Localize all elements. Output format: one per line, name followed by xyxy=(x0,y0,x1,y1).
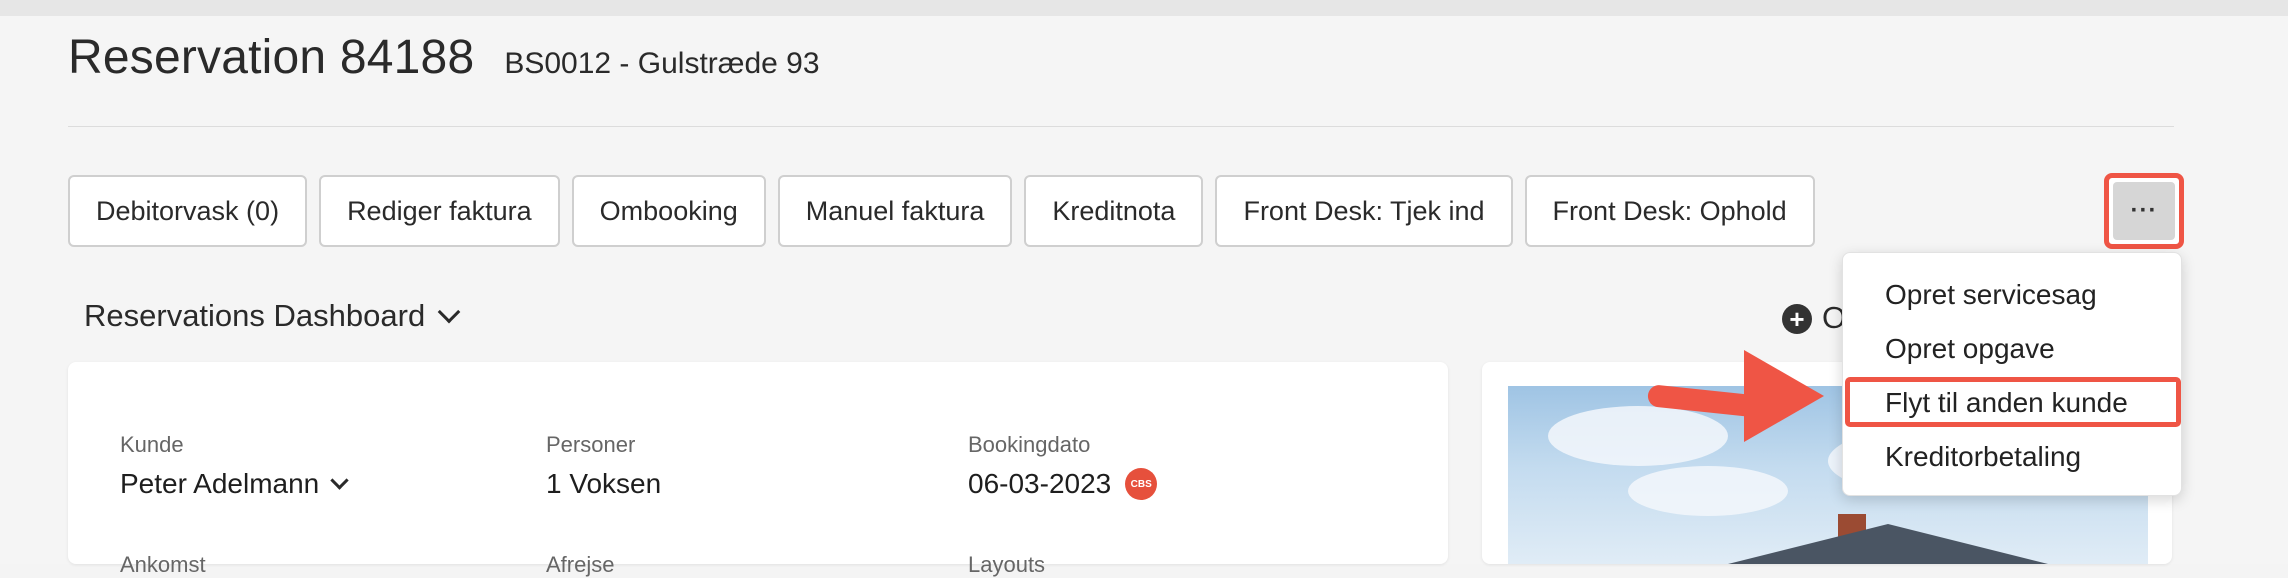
manuel-faktura-button[interactable]: Manuel faktura xyxy=(777,175,1013,247)
afrejse-label: Afrejse xyxy=(546,552,615,577)
menu-item-opret-servicesag[interactable]: Opret servicesag xyxy=(1885,279,2097,311)
kunde-selector[interactable]: Peter Adelmann xyxy=(120,468,349,500)
reservation-details-card: Kunde Peter Adelmann Personer 1 Voksen B… xyxy=(68,362,1448,577)
menu-item-flyt-til-anden-kunde[interactable]: Flyt til anden kunde xyxy=(1885,387,2128,419)
header-divider xyxy=(68,126,2174,127)
debitorvask-button[interactable]: Debitorvask (0) xyxy=(68,175,308,247)
personer-field: Personer 1 Voksen xyxy=(546,432,661,500)
more-actions-menu: Opret servicesag Opret opgave Flyt til a… xyxy=(1842,252,2182,496)
personer-value: 1 Voksen xyxy=(546,468,662,499)
layouts-label: Layouts xyxy=(968,552,1046,577)
more-actions-button[interactable]: ··· xyxy=(2104,173,2184,249)
annotation-arrow-icon xyxy=(1744,350,1824,442)
personer-label: Personer xyxy=(546,432,636,457)
page-header: Reservation 84188 BS0012 - Gulstræde 93 xyxy=(68,30,820,110)
page-subtitle: BS0012 - Gulstræde 93 xyxy=(504,47,820,80)
menu-item-opret-opgave[interactable]: Opret opgave xyxy=(1885,333,2055,365)
ankomst-label: Ankomst xyxy=(120,552,206,577)
roof-shape xyxy=(1648,524,2128,564)
bookingdato-label: Bookingdato xyxy=(968,432,1091,457)
dashboard-title: Reservations Dashboard xyxy=(84,298,426,333)
action-toolbar: Debitorvask (0) Rediger faktura Ombookin… xyxy=(68,175,1815,247)
add-circle-icon[interactable]: + xyxy=(1782,304,1812,334)
menu-item-kreditorbetaling[interactable]: Kreditorbetaling xyxy=(1885,441,2081,473)
top-bar xyxy=(0,0,2288,16)
ellipsis-icon: ··· xyxy=(2113,182,2175,240)
cloud-shape xyxy=(1548,406,1728,466)
rediger-faktura-button[interactable]: Rediger faktura xyxy=(319,175,560,247)
front-desk-tjek-ind-button[interactable]: Front Desk: Tjek ind xyxy=(1215,175,1513,247)
kreditnota-button[interactable]: Kreditnota xyxy=(1024,175,1204,247)
bookingdato-value: 06-03-2023 xyxy=(968,468,1112,499)
dashboard-selector[interactable]: Reservations Dashboard xyxy=(84,298,461,334)
bookingdato-field: Bookingdato 06-03-2023 CBS xyxy=(968,432,1158,500)
chevron-down-icon xyxy=(330,470,349,490)
kunde-value: Peter Adelmann xyxy=(120,468,320,499)
front-desk-ophold-button[interactable]: Front Desk: Ophold xyxy=(1524,175,1815,247)
cloud-shape xyxy=(1628,466,1788,516)
right-gutter xyxy=(2200,16,2288,564)
kunde-field: Kunde Peter Adelmann xyxy=(120,432,349,500)
kunde-label: Kunde xyxy=(120,432,184,457)
bookingdato-row: 06-03-2023 CBS xyxy=(968,468,1158,500)
cbs-badge: CBS xyxy=(1125,468,1158,500)
chevron-down-icon xyxy=(437,300,461,324)
page-title: Reservation 84188 xyxy=(68,31,475,84)
ombooking-button[interactable]: Ombooking xyxy=(571,175,766,247)
